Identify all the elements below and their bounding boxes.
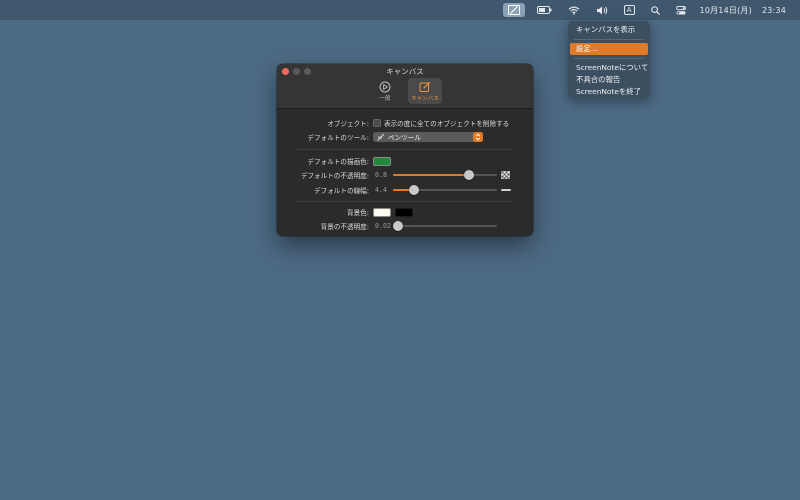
background-opacity-slider[interactable] [393, 220, 497, 232]
screennote-dropdown-menu: キャンバスを表示 設定... ScreenNoteについて 不具合の報告 Scr… [568, 21, 650, 98]
menu-item-show-canvas[interactable]: キャンバスを表示 [570, 24, 648, 36]
input-source-icon: A [623, 5, 635, 15]
screennote-menu-icon[interactable] [502, 3, 525, 17]
draw-color-row: デフォルトの描画色: [277, 155, 533, 167]
popup-chevron-icon [473, 132, 483, 142]
preferences-toolbar: 一般 キャンバス [277, 78, 533, 104]
background-color-well-light[interactable] [373, 207, 391, 217]
menu-item-report-bug[interactable]: 不具合の報告 [570, 74, 648, 86]
section-divider [295, 149, 511, 150]
opacity-checker-icon [501, 171, 510, 179]
background-opacity-label: 背景の不透明度: [320, 223, 369, 231]
battery-icon[interactable] [529, 0, 560, 20]
menu-item-about[interactable]: ScreenNoteについて [570, 62, 648, 74]
spotlight-search-icon[interactable] [643, 0, 668, 20]
volume-icon[interactable] [588, 0, 616, 20]
object-label: オブジェクト: [327, 120, 369, 128]
default-tool-value: ペンツール [388, 134, 421, 142]
menubar-clock[interactable]: 10月14日(月) 23:34 [694, 0, 790, 20]
default-tool-row: デフォルトのツール: ペンツール [277, 131, 533, 143]
menu-bar: A 10月14日(月) 23:34 [0, 0, 800, 20]
opacity-value: 0.8 [375, 171, 387, 179]
window-title: キャンバス [386, 67, 424, 76]
clock-time: 23:34 [761, 5, 786, 15]
wifi-icon[interactable] [560, 0, 588, 20]
opacity-label: デフォルトの不透明度: [300, 172, 369, 180]
input-source-indicator[interactable]: A [616, 0, 643, 20]
opacity-slider-thumb[interactable] [463, 170, 474, 180]
play-circle-icon [379, 80, 391, 93]
object-setting-row: オブジェクト: 表示の度に全てのオブジェクトを削除する [277, 117, 533, 129]
menu-item-quit[interactable]: ScreenNoteを終了 [570, 86, 648, 98]
opacity-row: デフォルトの不透明度: 0.8 [277, 169, 533, 181]
draw-color-label: デフォルトの描画色: [307, 158, 369, 166]
pen-tool-icon [377, 133, 385, 141]
draw-color-well[interactable] [373, 156, 391, 166]
background-opacity-value: 0.02 [375, 222, 391, 230]
menu-separator [574, 39, 644, 40]
control-center-icon[interactable] [668, 0, 694, 20]
clock-date: 10月14日(月) [699, 5, 752, 15]
default-tool-popup[interactable]: ペンツール [373, 132, 483, 142]
line-width-slider[interactable] [393, 184, 497, 196]
clear-objects-checkbox-control[interactable]: 表示の度に全てのオブジェクトを削除する [373, 117, 509, 129]
line-width-preview-icon [501, 188, 511, 192]
menu-separator [574, 58, 644, 59]
clear-objects-checkbox[interactable] [373, 119, 381, 127]
line-width-row: デフォルトの線幅: 4.4 [277, 184, 533, 196]
background-color-row: 背景色: [277, 206, 533, 218]
tab-canvas[interactable]: キャンバス [408, 78, 442, 104]
background-color-label: 背景色: [346, 209, 369, 217]
default-tool-label: デフォルトのツール: [307, 134, 369, 142]
background-opacity-row: 背景の不透明度: 0.02 [277, 220, 533, 232]
line-width-value: 4.4 [375, 186, 387, 194]
background-color-well-dark[interactable] [395, 207, 413, 217]
background-opacity-slider-thumb[interactable] [393, 221, 403, 231]
edit-square-icon [419, 80, 431, 93]
opacity-slider[interactable] [393, 169, 497, 181]
canvas-settings-pane: オブジェクト: 表示の度に全てのオブジェクトを削除する デフォルトのツール: ペ… [277, 109, 533, 235]
menu-item-settings[interactable]: 設定... [570, 43, 648, 55]
clear-objects-checkbox-label: 表示の度に全てのオブジェクトを削除する [384, 120, 510, 128]
section-divider [295, 201, 511, 202]
tab-general-label: 一般 [379, 96, 391, 102]
tab-canvas-label: キャンバス [411, 96, 439, 102]
tab-general[interactable]: 一般 [368, 78, 402, 104]
preferences-window: キャンバス 一般 キャンバス オブジェクト: 表示の度に全てのオブジェクトを削除… [277, 64, 533, 236]
window-titlebar[interactable]: キャンバス 一般 キャンバス [277, 64, 533, 109]
line-width-label: デフォルトの線幅: [314, 187, 369, 195]
line-width-slider-thumb[interactable] [408, 185, 419, 195]
